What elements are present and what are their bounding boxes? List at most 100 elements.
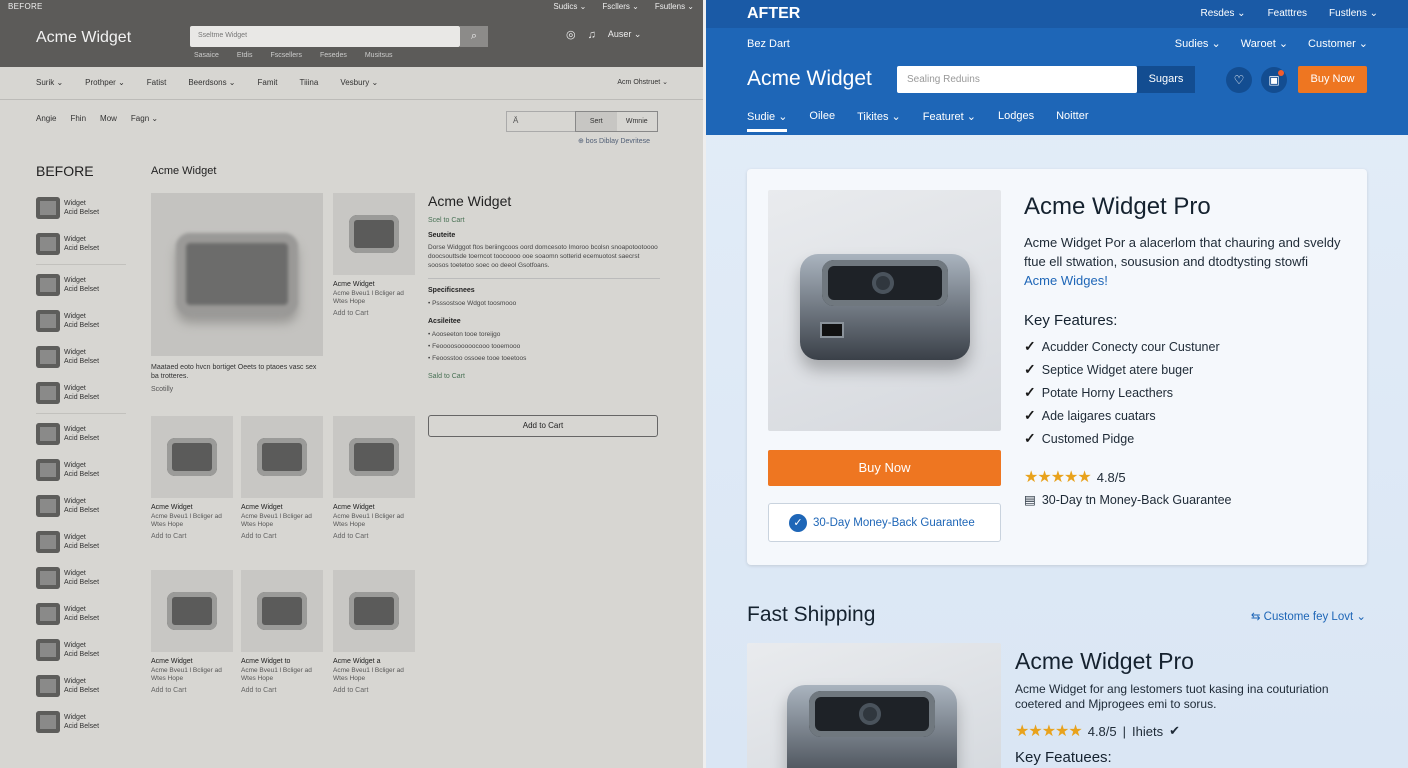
guarantee-line: ▤ 30-Day tn Money-Back Guarantee [1024,492,1232,508]
before-nav-item[interactable]: Famit [258,78,278,88]
globe-icon[interactable]: ◎ [566,28,576,41]
sidebar-item[interactable]: Widget Acid Belset [36,226,126,262]
sidebar-item[interactable]: Widget Acid Belset [36,704,126,740]
product-card[interactable]: Acme Widget a Acme Bveu1 l Bcliger ad Wte… [333,570,415,694]
after-top-link[interactable]: Resdes ⌄ [1201,8,1246,19]
before-sublink[interactable]: Sasaice [194,52,219,59]
before-filter[interactable]: Fagn ⌄ [131,114,158,123]
product-card[interactable]: Acme Widget Acme Bveu1 l Bcliger ad Wtes … [333,193,415,317]
before-search-button[interactable]: ⌕ [460,26,488,47]
before-label: BEFORE [36,163,94,179]
before-top-link[interactable]: Fsutlens ⌄ [655,2,694,11]
after-nav-item[interactable]: Oilee [809,110,835,132]
after-secondary-link[interactable]: Sudies ⌄ [1175,37,1221,50]
sidebar-item-sub: Acid Belset [64,322,100,329]
sidebar-item[interactable]: Widget Acid Belset [36,668,126,704]
after-search-input[interactable]: Sealing Reduins [897,66,1137,93]
after-secondary-link[interactable]: Customer ⌄ [1308,37,1368,50]
after-nav-item[interactable]: Noitter [1056,110,1088,132]
before-toggle-option[interactable]: Sert [576,112,617,131]
before-filter[interactable]: Mow [100,114,117,123]
sidebar-item[interactable]: Widget Acid Belset [36,339,126,375]
after-nav-item[interactable]: Tikites ⌄ [857,110,901,132]
card-add-to-cart-link[interactable]: Add to Cart [151,533,233,540]
sidebar-item[interactable]: Widget Acid Belset [36,596,126,632]
before-filter[interactable]: Angie [36,114,56,123]
product-image-2[interactable] [747,643,1001,768]
before-nav-item[interactable]: Tiiina [300,78,319,88]
sidebar-item-sub: Acid Belset [64,651,100,658]
card-title: Acme Widget [333,504,375,511]
product-card[interactable]: Acme Widget Acme Bveu1 l Bcliger ad Wtes … [241,416,323,540]
desc-link[interactable]: Acme Widges! [1024,273,1108,288]
before-nav-item[interactable]: Vesbury ⌄ [340,78,378,88]
before-nav-right[interactable]: Acm Ohstruet ⌄ [617,78,668,88]
card-add-to-cart-link[interactable]: Add to Cart [333,687,415,694]
before-info-green[interactable]: Sald to Cart [428,373,660,380]
product-card[interactable]: Acme Widget Acme Bveu1 l Bcliger ad Wtes … [333,416,415,540]
after-nav-item[interactable]: Sudie ⌄ [747,110,788,132]
before-breadcrumb-link[interactable]: ⊕ bos Diblay Devritese [578,137,650,145]
product-card[interactable]: Acme Widget Acme Bveu1 l Bcliger ad Wtes … [151,570,233,694]
card-add-to-cart-link[interactable]: Add to Cart [241,687,323,694]
before-info-green[interactable]: Scel to Cart [428,217,660,224]
before-search-input[interactable]: Sseltme Widget [190,26,460,47]
customer-link[interactable]: ⇆ Custome fey Lovt ⌄ [1251,609,1366,623]
before-add-to-cart-button[interactable]: Add to Cart [428,415,658,437]
before-user-menu[interactable]: Auser ⌄ [608,29,642,40]
after-logo[interactable]: Acme Widget [747,67,872,91]
sidebar-item[interactable]: Widget Acid Belset [36,416,126,452]
before-toggle-option[interactable]: Wmnie [617,112,658,131]
buy-now-button[interactable]: Buy Now [768,450,1001,486]
feature-text: Acudder Conecty cour Custuner [1041,339,1220,354]
before-top-link[interactable]: Fscllers ⌄ [602,2,638,11]
before-nav-item[interactable]: Surik ⌄ [36,78,63,88]
sidebar-item[interactable]: Widget Acid Belset [36,303,126,339]
after-search-button[interactable]: Sugars [1137,66,1195,93]
card-add-to-cart-link[interactable]: Add to Cart [151,687,233,694]
sidebar-item[interactable]: Widget Acid Belset [36,267,126,303]
notification-dot [1278,70,1284,76]
list-item: ✓ Potate Horny Leacthers [1024,381,1344,404]
card-title: Acme Widget [241,504,283,511]
card-add-to-cart-link[interactable]: Add to Cart [241,533,323,540]
product-info: Acme Widget Pro Acme Widget Por a alacer… [1024,193,1344,450]
sidebar-item[interactable]: Widget Acid Belset [36,452,126,488]
before-main-image[interactable] [151,193,323,356]
after-secondary-link[interactable]: Waroet ⌄ [1241,37,1288,50]
card-add-to-cart-link[interactable]: Add to Cart [333,533,415,540]
product-thumbnail [36,274,60,296]
before-sublink[interactable]: Fesedes [320,52,347,59]
sidebar-item[interactable]: Widget Acid Belset [36,488,126,524]
guarantee-badge[interactable]: ✓ 30-Day Money-Back Guarantee [768,503,1001,542]
product-image[interactable] [768,190,1001,431]
before-top-link[interactable]: Sudics ⌄ [553,2,586,11]
before-sublink[interactable]: Etdis [237,52,253,59]
before-filter-box[interactable]: Ä [506,111,576,132]
sidebar-item[interactable]: Widget Acid Belset [36,524,126,560]
bell-icon[interactable]: ♫ [588,29,596,41]
before-nav-item[interactable]: Fatist [147,78,167,88]
after-nav-item[interactable]: Featuret ⌄ [923,110,976,132]
after-top-link[interactable]: Featttres [1268,8,1307,19]
before-sublink[interactable]: Musitsus [365,52,393,59]
header-buy-now-button[interactable]: Buy Now [1298,66,1367,93]
product-card[interactable]: Acme Widget to Acme Bveu1 l Bcliger ad Wt… [241,570,323,694]
after-subbrand[interactable]: Bez Dart [747,38,790,50]
card-add-to-cart-link[interactable]: Add to Cart [333,310,415,317]
before-nav-item[interactable]: Prothper ⌄ [85,78,125,88]
product-card[interactable]: Acme Widget Acme Bveu1 l Bcliger ad Wtes … [151,416,233,540]
before-logo[interactable]: Acme Widget [36,29,131,47]
before-nav-item[interactable]: Beerdsons ⌄ [188,78,235,88]
sidebar-item[interactable]: Widget Acid Belset [36,375,126,411]
after-top-link[interactable]: Fustlens ⌄ [1329,8,1378,19]
sidebar-item[interactable]: Widget Acid Belset [36,632,126,668]
before-sublink[interactable]: Fscsellers [270,52,302,59]
check-icon: ✓ [1024,384,1036,400]
before-filter[interactable]: Fhin [70,114,86,123]
heart-icon[interactable]: ♡ [1226,67,1252,93]
sidebar-item[interactable]: Widget Acid Belset [36,560,126,596]
after-nav-item[interactable]: Lodges [998,110,1034,132]
widget-device-image [787,671,957,768]
sidebar-item[interactable]: Widget Acid Belset [36,190,126,226]
